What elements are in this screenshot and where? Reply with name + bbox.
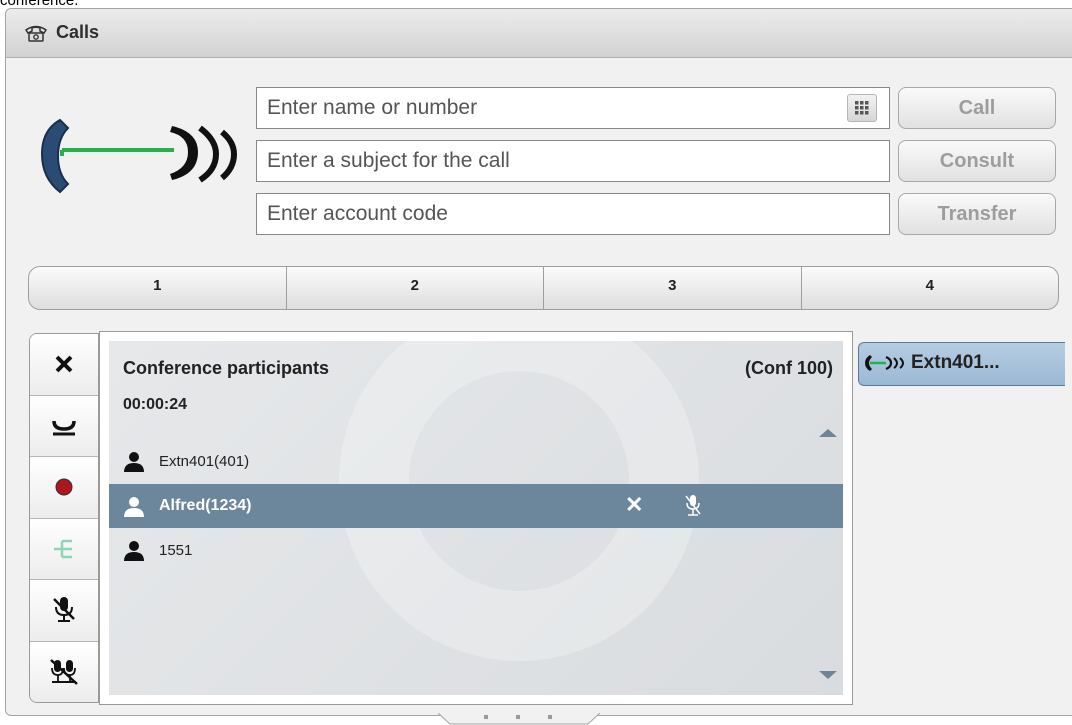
window-titlebar: Calls (6, 9, 1072, 58)
participant-row[interactable]: Extn401(401) (109, 439, 843, 483)
call-button[interactable]: Call (898, 87, 1056, 129)
record-button[interactable] (30, 457, 98, 519)
close-icon (55, 355, 73, 373)
tab-2[interactable]: 2 (287, 267, 544, 309)
participant-name: Alfred(1234) (159, 497, 252, 514)
person-icon (124, 541, 144, 561)
participant-name: 1551 (159, 541, 193, 559)
conference-id: (Conf 100) (744, 358, 833, 378)
person-icon (124, 452, 144, 472)
conference-split-icon (54, 539, 72, 558)
record-icon (55, 478, 73, 496)
drop-call-button[interactable] (30, 334, 98, 396)
scroll-up-arrow-icon[interactable] (819, 429, 837, 437)
consult-button[interactable]: Consult (898, 140, 1056, 182)
participant-row[interactable]: 1551 (109, 528, 843, 572)
mute-all-icon (50, 659, 78, 686)
remove-participant-icon[interactable]: ✕ (625, 492, 643, 518)
scroll-down-arrow-icon[interactable] (819, 671, 837, 679)
tab-4[interactable]: 4 (802, 267, 1059, 309)
tab-3[interactable]: 3 (544, 267, 802, 309)
active-call-label: Extn401... (911, 352, 1000, 373)
hangup-button[interactable] (30, 395, 98, 457)
active-call-chip[interactable]: Extn401... (858, 342, 1065, 386)
tab-1[interactable]: 1 (29, 267, 287, 309)
name-number-input[interactable] (256, 87, 890, 129)
mute-mic-icon (53, 597, 75, 623)
phone-icon (24, 25, 48, 42)
dialpad-icon[interactable] (847, 94, 877, 122)
mute-all-button[interactable] (30, 641, 98, 702)
person-icon (124, 497, 144, 517)
conference-panel: Conference participants (Conf 100) 00:00… (99, 331, 853, 705)
call-status-graphic-icon (40, 118, 238, 194)
participant-row-selected[interactable]: Alfred(1234) ✕ (109, 484, 843, 528)
resize-grip-icon[interactable] (438, 713, 600, 725)
call-subject-input[interactable] (256, 140, 890, 182)
mute-mic-button[interactable] (30, 580, 98, 642)
conference-timer: 00:00:24 (123, 396, 188, 413)
participant-name: Extn401(401) (159, 452, 250, 470)
conference-panel-body: Conference participants (Conf 100) 00:00… (109, 341, 843, 695)
window-title: Calls (56, 22, 100, 42)
hangup-icon (52, 420, 76, 436)
conference-title: Conference participants (123, 358, 330, 378)
transfer-button[interactable]: Transfer (898, 193, 1056, 235)
conference-split-button[interactable] (30, 518, 98, 580)
call-tabs: 1 2 3 4 (28, 266, 1059, 310)
active-call-icon (865, 355, 905, 371)
mute-participant-icon[interactable] (683, 493, 703, 519)
calls-window: Calls Call Consult Transfer 1 2 3 4 (5, 8, 1072, 716)
call-action-toolbar (29, 333, 99, 703)
account-code-input[interactable] (256, 193, 890, 235)
